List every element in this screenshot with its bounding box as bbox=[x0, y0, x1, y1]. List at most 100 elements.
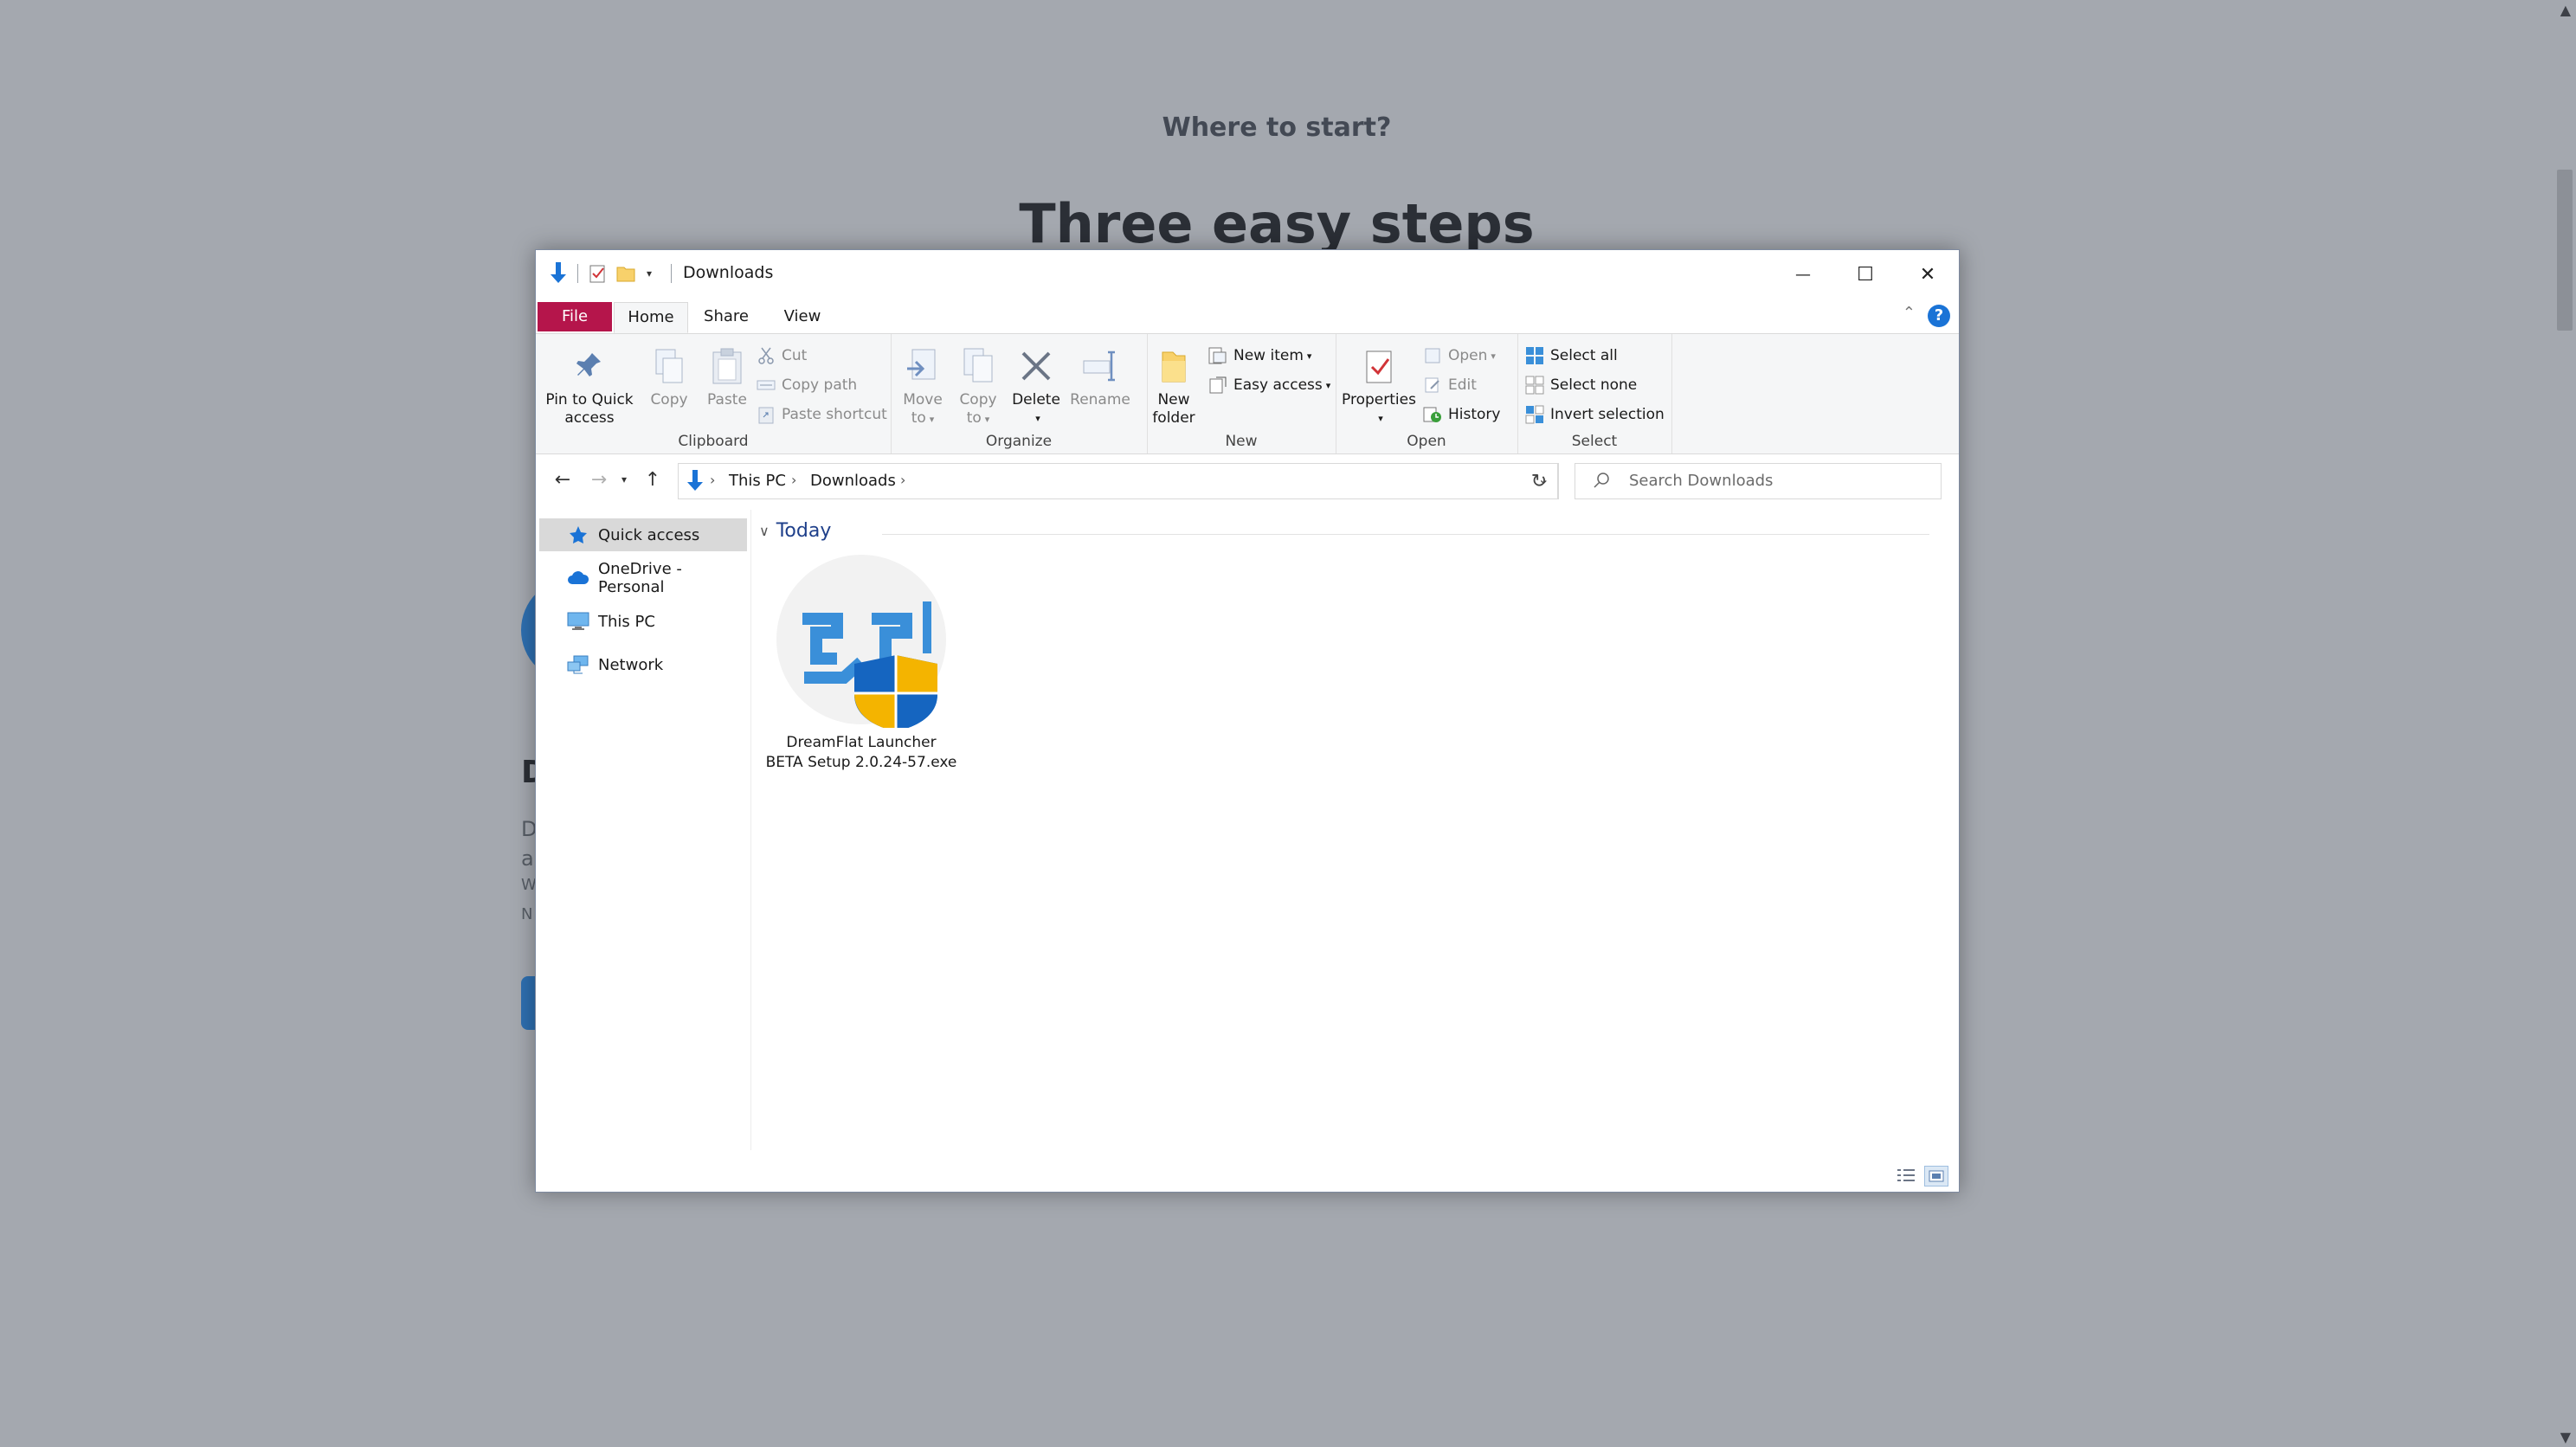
details-view-button[interactable] bbox=[1895, 1166, 1917, 1185]
properties-icon bbox=[1341, 341, 1417, 391]
help-button[interactable]: ? bbox=[1928, 305, 1950, 327]
select-all-button[interactable]: Select all bbox=[1524, 343, 1618, 369]
tab-home[interactable]: Home bbox=[614, 302, 688, 333]
move-to-label-line2: to ▾ bbox=[911, 409, 935, 427]
file-item[interactable]: DreamFlat Launcher BETA Setup 2.0.24-57.… bbox=[761, 555, 962, 780]
star-icon bbox=[567, 524, 589, 546]
delete-dropdown-icon[interactable]: ▾ bbox=[1012, 409, 1064, 428]
back-button[interactable]: ← bbox=[548, 466, 577, 492]
sidebar-item-network[interactable]: Network bbox=[539, 648, 747, 681]
group-header-today[interactable]: ∨ Today bbox=[759, 520, 831, 542]
copy-to-button[interactable]: Copy to ▾ bbox=[953, 341, 1003, 428]
new-item-label: New item bbox=[1233, 347, 1304, 364]
tab-share[interactable]: Share bbox=[690, 302, 763, 331]
rename-label: Rename bbox=[1070, 391, 1130, 408]
cut-button[interactable]: Cut bbox=[756, 343, 807, 369]
pin-icon bbox=[539, 341, 640, 391]
breadcrumb-this-pc[interactable]: This PC bbox=[729, 472, 786, 490]
chevron-down-icon: ▾ bbox=[621, 473, 628, 486]
customize-toolbar-icon[interactable]: ▾ bbox=[641, 260, 657, 286]
properties-quick-icon[interactable] bbox=[588, 260, 609, 286]
new-folder-icon bbox=[1150, 341, 1197, 391]
organize-group-label: Organize bbox=[985, 433, 1053, 450]
select-all-label: Select all bbox=[1550, 347, 1618, 364]
new-item-icon bbox=[1208, 345, 1228, 366]
properties-label: Properties bbox=[1342, 391, 1416, 408]
history-button[interactable]: History bbox=[1422, 402, 1500, 428]
cloud-icon bbox=[567, 567, 589, 589]
recent-locations-button[interactable]: ▾ bbox=[615, 466, 633, 492]
rename-icon bbox=[1067, 341, 1133, 391]
page-scrollbar[interactable]: ▲ ▼ bbox=[2553, 0, 2576, 1447]
new-folder-label-line2: folder bbox=[1152, 409, 1195, 427]
maximize-button[interactable]: ☐ bbox=[1834, 250, 1897, 299]
title-bar: ▾ Downloads — ☐ ✕ bbox=[536, 250, 1959, 299]
collapse-ribbon-icon[interactable]: ⌃ bbox=[1903, 304, 1916, 322]
sidebar-item-quick-access[interactable]: Quick access bbox=[539, 518, 747, 551]
breadcrumb-separator: › bbox=[710, 472, 716, 488]
delete-button[interactable]: Delete ▾ bbox=[1008, 341, 1064, 428]
new-folder-button[interactable]: New folder bbox=[1150, 341, 1197, 428]
breadcrumb-downloads[interactable]: Downloads bbox=[810, 472, 896, 490]
search-icon bbox=[1593, 472, 1610, 492]
properties-dropdown-icon[interactable]: ▾ bbox=[1344, 409, 1417, 428]
sidebar-item-onedrive[interactable]: OneDrive - Personal bbox=[539, 560, 747, 596]
history-icon bbox=[1422, 404, 1443, 425]
refresh-button[interactable]: ↻ bbox=[1521, 463, 1558, 499]
copy-path-label: Copy path bbox=[782, 376, 858, 394]
copy-path-button[interactable]: Copy path bbox=[756, 372, 857, 398]
close-button[interactable]: ✕ bbox=[1897, 250, 1959, 299]
tab-file[interactable]: File bbox=[538, 302, 612, 331]
paste-button[interactable]: Paste bbox=[699, 341, 756, 409]
close-icon: ✕ bbox=[1919, 263, 1936, 286]
ribbon: Pin to Quick access Copy Paste Cut Copy … bbox=[536, 334, 1959, 454]
select-none-icon bbox=[1524, 375, 1545, 396]
scroll-up-arrow[interactable]: ▲ bbox=[2560, 2, 2571, 18]
select-group-label: Select bbox=[1571, 433, 1618, 450]
open-icon bbox=[1422, 345, 1443, 366]
background-eyebrow: Where to start? bbox=[1162, 113, 1392, 143]
large-icons-view-icon bbox=[1929, 1170, 1944, 1182]
tab-view[interactable]: View bbox=[766, 302, 839, 331]
select-none-button[interactable]: Select none bbox=[1524, 372, 1637, 398]
background-text-fragment: a bbox=[521, 846, 534, 871]
forward-button[interactable]: → bbox=[584, 466, 614, 492]
edit-button[interactable]: Edit bbox=[1422, 372, 1477, 398]
open-button[interactable]: Open ▾ bbox=[1422, 343, 1496, 369]
paste-shortcut-button[interactable]: Paste shortcut bbox=[756, 402, 887, 428]
address-bar[interactable]: › This PC › Downloads › ⌄ bbox=[678, 463, 1559, 499]
search-input[interactable]: Search Downloads bbox=[1575, 463, 1942, 499]
properties-button[interactable]: Properties ▾ bbox=[1341, 341, 1417, 428]
select-none-label: Select none bbox=[1550, 376, 1638, 394]
pin-to-quick-access-button[interactable]: Pin to Quick access bbox=[539, 341, 640, 428]
invert-selection-button[interactable]: Invert selection bbox=[1524, 402, 1665, 428]
move-to-label-line1: Move bbox=[903, 391, 943, 408]
installer-shield-icon bbox=[778, 572, 951, 731]
new-item-button[interactable]: New item ▾ bbox=[1208, 343, 1311, 369]
move-to-label: to bbox=[911, 409, 926, 427]
minimize-button[interactable]: — bbox=[1772, 250, 1834, 299]
copy-to-icon bbox=[953, 341, 1003, 391]
navigation-bar: ← → ▾ ↑ › This PC › Downloads › ⌄ ↻ Sear… bbox=[536, 454, 1959, 505]
breadcrumb-separator: › bbox=[791, 472, 797, 488]
rename-button[interactable]: Rename bbox=[1067, 341, 1133, 409]
new-folder-quick-icon[interactable] bbox=[615, 260, 636, 286]
navigation-pane: Quick access OneDrive - Personal This PC… bbox=[536, 510, 751, 1150]
up-button[interactable]: ↑ bbox=[638, 466, 667, 492]
move-to-button[interactable]: Move to ▾ bbox=[898, 341, 948, 428]
scroll-down-arrow[interactable]: ▼ bbox=[2560, 1429, 2571, 1445]
copy-button[interactable]: Copy bbox=[643, 341, 695, 409]
open-label: Open bbox=[1448, 347, 1488, 364]
easy-access-icon bbox=[1208, 375, 1228, 396]
file-list: ∨ Today DreamFlat Launcher BETA Setup 2.… bbox=[752, 510, 1947, 1150]
sidebar-item-label: OneDrive - Personal bbox=[598, 560, 682, 596]
search-placeholder: Search Downloads bbox=[1629, 472, 1774, 490]
easy-access-button[interactable]: Easy access ▾ bbox=[1208, 372, 1330, 398]
organize-group: Move to ▾ Copy to ▾ Delete ▾ Rename Orga… bbox=[891, 334, 1148, 453]
page-scroll-thumb[interactable] bbox=[2557, 170, 2573, 331]
easy-access-label: Easy access bbox=[1233, 376, 1323, 394]
sidebar-item-this-pc[interactable]: This PC bbox=[539, 605, 747, 638]
computer-icon bbox=[567, 610, 589, 633]
status-bar bbox=[536, 1157, 1959, 1192]
large-icons-view-button[interactable] bbox=[1924, 1166, 1948, 1187]
